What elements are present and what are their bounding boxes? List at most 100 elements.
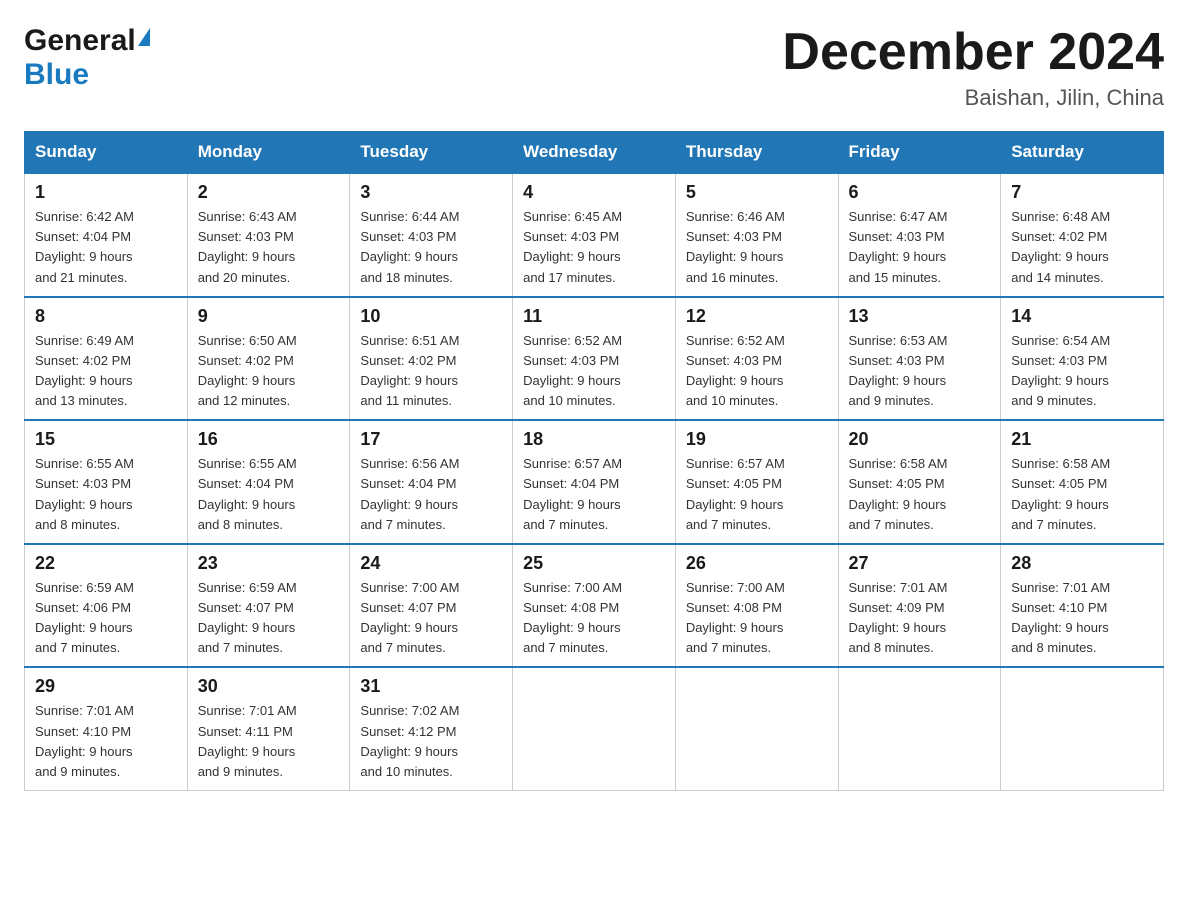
day-info: Sunrise: 6:55 AMSunset: 4:03 PMDaylight:… — [35, 454, 177, 535]
day-info: Sunrise: 7:01 AMSunset: 4:11 PMDaylight:… — [198, 701, 340, 782]
calendar-cell: 18 Sunrise: 6:57 AMSunset: 4:04 PMDaylig… — [513, 420, 676, 544]
day-number: 28 — [1011, 553, 1153, 574]
logo-triangle-icon — [138, 28, 150, 46]
calendar-cell: 16 Sunrise: 6:55 AMSunset: 4:04 PMDaylig… — [187, 420, 350, 544]
day-info: Sunrise: 6:57 AMSunset: 4:05 PMDaylight:… — [686, 454, 828, 535]
day-number: 2 — [198, 182, 340, 203]
day-number: 12 — [686, 306, 828, 327]
calendar-cell: 5 Sunrise: 6:46 AMSunset: 4:03 PMDayligh… — [675, 173, 838, 297]
day-number: 22 — [35, 553, 177, 574]
calendar-table: SundayMondayTuesdayWednesdayThursdayFrid… — [24, 131, 1164, 791]
day-info: Sunrise: 7:00 AMSunset: 4:07 PMDaylight:… — [360, 578, 502, 659]
page-header: General Blue December 2024 Baishan, Jili… — [24, 24, 1164, 111]
day-info: Sunrise: 6:55 AMSunset: 4:04 PMDaylight:… — [198, 454, 340, 535]
day-number: 13 — [849, 306, 991, 327]
day-info: Sunrise: 6:49 AMSunset: 4:02 PMDaylight:… — [35, 331, 177, 412]
day-info: Sunrise: 7:01 AMSunset: 4:10 PMDaylight:… — [35, 701, 177, 782]
calendar-cell: 10 Sunrise: 6:51 AMSunset: 4:02 PMDaylig… — [350, 297, 513, 421]
day-info: Sunrise: 6:44 AMSunset: 4:03 PMDaylight:… — [360, 207, 502, 288]
day-info: Sunrise: 6:48 AMSunset: 4:02 PMDaylight:… — [1011, 207, 1153, 288]
day-info: Sunrise: 7:00 AMSunset: 4:08 PMDaylight:… — [686, 578, 828, 659]
header-sunday: Sunday — [25, 132, 188, 174]
calendar-cell: 21 Sunrise: 6:58 AMSunset: 4:05 PMDaylig… — [1001, 420, 1164, 544]
day-number: 1 — [35, 182, 177, 203]
calendar-cell: 17 Sunrise: 6:56 AMSunset: 4:04 PMDaylig… — [350, 420, 513, 544]
calendar-week-4: 22 Sunrise: 6:59 AMSunset: 4:06 PMDaylig… — [25, 544, 1164, 668]
calendar-cell: 7 Sunrise: 6:48 AMSunset: 4:02 PMDayligh… — [1001, 173, 1164, 297]
day-number: 21 — [1011, 429, 1153, 450]
day-info: Sunrise: 6:53 AMSunset: 4:03 PMDaylight:… — [849, 331, 991, 412]
calendar-location: Baishan, Jilin, China — [782, 85, 1164, 111]
calendar-cell — [838, 667, 1001, 790]
day-number: 9 — [198, 306, 340, 327]
calendar-cell: 3 Sunrise: 6:44 AMSunset: 4:03 PMDayligh… — [350, 173, 513, 297]
calendar-cell: 20 Sunrise: 6:58 AMSunset: 4:05 PMDaylig… — [838, 420, 1001, 544]
calendar-week-2: 8 Sunrise: 6:49 AMSunset: 4:02 PMDayligh… — [25, 297, 1164, 421]
calendar-cell: 24 Sunrise: 7:00 AMSunset: 4:07 PMDaylig… — [350, 544, 513, 668]
day-number: 10 — [360, 306, 502, 327]
calendar-header-row: SundayMondayTuesdayWednesdayThursdayFrid… — [25, 132, 1164, 174]
day-number: 25 — [523, 553, 665, 574]
calendar-cell: 13 Sunrise: 6:53 AMSunset: 4:03 PMDaylig… — [838, 297, 1001, 421]
calendar-cell: 31 Sunrise: 7:02 AMSunset: 4:12 PMDaylig… — [350, 667, 513, 790]
day-info: Sunrise: 6:45 AMSunset: 4:03 PMDaylight:… — [523, 207, 665, 288]
day-number: 30 — [198, 676, 340, 697]
day-number: 29 — [35, 676, 177, 697]
calendar-cell — [675, 667, 838, 790]
day-number: 19 — [686, 429, 828, 450]
calendar-cell: 28 Sunrise: 7:01 AMSunset: 4:10 PMDaylig… — [1001, 544, 1164, 668]
day-number: 31 — [360, 676, 502, 697]
calendar-cell — [1001, 667, 1164, 790]
day-number: 16 — [198, 429, 340, 450]
calendar-cell: 23 Sunrise: 6:59 AMSunset: 4:07 PMDaylig… — [187, 544, 350, 668]
calendar-cell: 2 Sunrise: 6:43 AMSunset: 4:03 PMDayligh… — [187, 173, 350, 297]
day-number: 8 — [35, 306, 177, 327]
header-monday: Monday — [187, 132, 350, 174]
day-number: 23 — [198, 553, 340, 574]
day-info: Sunrise: 6:51 AMSunset: 4:02 PMDaylight:… — [360, 331, 502, 412]
header-friday: Friday — [838, 132, 1001, 174]
calendar-week-3: 15 Sunrise: 6:55 AMSunset: 4:03 PMDaylig… — [25, 420, 1164, 544]
day-info: Sunrise: 6:50 AMSunset: 4:02 PMDaylight:… — [198, 331, 340, 412]
day-info: Sunrise: 6:52 AMSunset: 4:03 PMDaylight:… — [523, 331, 665, 412]
calendar-cell: 29 Sunrise: 7:01 AMSunset: 4:10 PMDaylig… — [25, 667, 188, 790]
day-info: Sunrise: 7:02 AMSunset: 4:12 PMDaylight:… — [360, 701, 502, 782]
day-info: Sunrise: 6:58 AMSunset: 4:05 PMDaylight:… — [849, 454, 991, 535]
header-wednesday: Wednesday — [513, 132, 676, 174]
day-info: Sunrise: 6:42 AMSunset: 4:04 PMDaylight:… — [35, 207, 177, 288]
calendar-week-1: 1 Sunrise: 6:42 AMSunset: 4:04 PMDayligh… — [25, 173, 1164, 297]
logo-blue-text: Blue — [24, 58, 89, 91]
day-number: 7 — [1011, 182, 1153, 203]
day-info: Sunrise: 6:43 AMSunset: 4:03 PMDaylight:… — [198, 207, 340, 288]
header-saturday: Saturday — [1001, 132, 1164, 174]
calendar-cell: 6 Sunrise: 6:47 AMSunset: 4:03 PMDayligh… — [838, 173, 1001, 297]
logo-general-text: General — [24, 24, 136, 58]
day-info: Sunrise: 6:56 AMSunset: 4:04 PMDaylight:… — [360, 454, 502, 535]
calendar-cell: 27 Sunrise: 7:01 AMSunset: 4:09 PMDaylig… — [838, 544, 1001, 668]
calendar-cell: 22 Sunrise: 6:59 AMSunset: 4:06 PMDaylig… — [25, 544, 188, 668]
calendar-cell: 26 Sunrise: 7:00 AMSunset: 4:08 PMDaylig… — [675, 544, 838, 668]
calendar-cell: 8 Sunrise: 6:49 AMSunset: 4:02 PMDayligh… — [25, 297, 188, 421]
calendar-cell: 9 Sunrise: 6:50 AMSunset: 4:02 PMDayligh… — [187, 297, 350, 421]
day-info: Sunrise: 6:54 AMSunset: 4:03 PMDaylight:… — [1011, 331, 1153, 412]
day-info: Sunrise: 6:59 AMSunset: 4:06 PMDaylight:… — [35, 578, 177, 659]
day-number: 6 — [849, 182, 991, 203]
day-info: Sunrise: 6:47 AMSunset: 4:03 PMDaylight:… — [849, 207, 991, 288]
calendar-cell: 11 Sunrise: 6:52 AMSunset: 4:03 PMDaylig… — [513, 297, 676, 421]
day-number: 5 — [686, 182, 828, 203]
day-info: Sunrise: 7:01 AMSunset: 4:09 PMDaylight:… — [849, 578, 991, 659]
day-number: 20 — [849, 429, 991, 450]
day-number: 17 — [360, 429, 502, 450]
day-info: Sunrise: 6:59 AMSunset: 4:07 PMDaylight:… — [198, 578, 340, 659]
day-info: Sunrise: 7:01 AMSunset: 4:10 PMDaylight:… — [1011, 578, 1153, 659]
calendar-title: December 2024 — [782, 24, 1164, 81]
calendar-cell: 15 Sunrise: 6:55 AMSunset: 4:03 PMDaylig… — [25, 420, 188, 544]
day-number: 27 — [849, 553, 991, 574]
header-tuesday: Tuesday — [350, 132, 513, 174]
title-block: December 2024 Baishan, Jilin, China — [782, 24, 1164, 111]
day-info: Sunrise: 7:00 AMSunset: 4:08 PMDaylight:… — [523, 578, 665, 659]
calendar-cell: 12 Sunrise: 6:52 AMSunset: 4:03 PMDaylig… — [675, 297, 838, 421]
logo: General Blue — [24, 24, 150, 92]
day-info: Sunrise: 6:57 AMSunset: 4:04 PMDaylight:… — [523, 454, 665, 535]
day-number: 26 — [686, 553, 828, 574]
